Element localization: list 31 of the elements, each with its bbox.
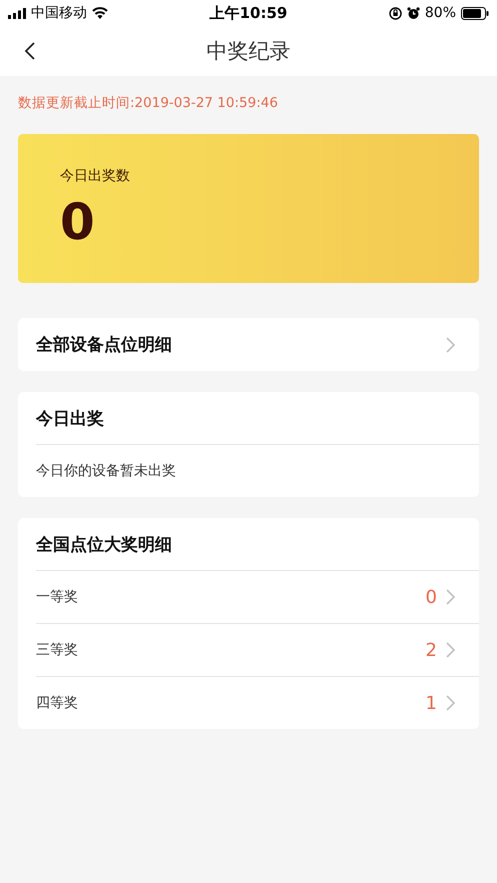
summary-value: 0 <box>60 197 95 247</box>
chevron-icon <box>446 695 455 711</box>
rotation-lock-icon <box>388 6 402 20</box>
prize-row[interactable]: 四等奖 1 <box>36 676 479 729</box>
summary-label: 今日出奖数 <box>60 167 130 185</box>
prize-count: 2 <box>426 640 437 660</box>
update-time: 数据更新截止时间:2019-03-27 10:59:46 <box>18 94 279 112</box>
prize-count: 1 <box>426 692 437 714</box>
chevron-icon <box>446 336 455 352</box>
prize-count: 0 <box>426 586 437 608</box>
prize-row[interactable]: 三等奖 2 <box>36 623 479 676</box>
section-title: 今日出奖 <box>36 408 104 430</box>
section-title: 全国点位大奖明细 <box>36 534 172 556</box>
empty-message: 今日你的设备暂未出奖 <box>36 462 176 480</box>
back-icon <box>24 42 35 60</box>
prize-label: 一等奖 <box>36 588 78 606</box>
chevron-icon <box>446 642 455 658</box>
prize-label: 三等奖 <box>36 641 78 659</box>
page-title: 中奖纪录 <box>206 38 290 65</box>
section-title: 全部设备点位明细 <box>36 334 172 356</box>
all-devices-row[interactable]: 全部设备点位明细 <box>18 318 479 371</box>
chevron-icon <box>446 589 455 605</box>
alarm-icon <box>406 6 420 20</box>
carrier-name: 中国移动 <box>31 4 87 22</box>
prize-label: 四等奖 <box>36 694 78 712</box>
wifi-icon <box>92 7 108 19</box>
signal-icon <box>8 8 26 18</box>
battery-icon <box>461 6 489 20</box>
prize-row[interactable]: 一等奖 0 <box>36 571 479 623</box>
battery-percent: 80% <box>424 5 456 21</box>
status-time: 上午10:59 <box>210 4 288 22</box>
